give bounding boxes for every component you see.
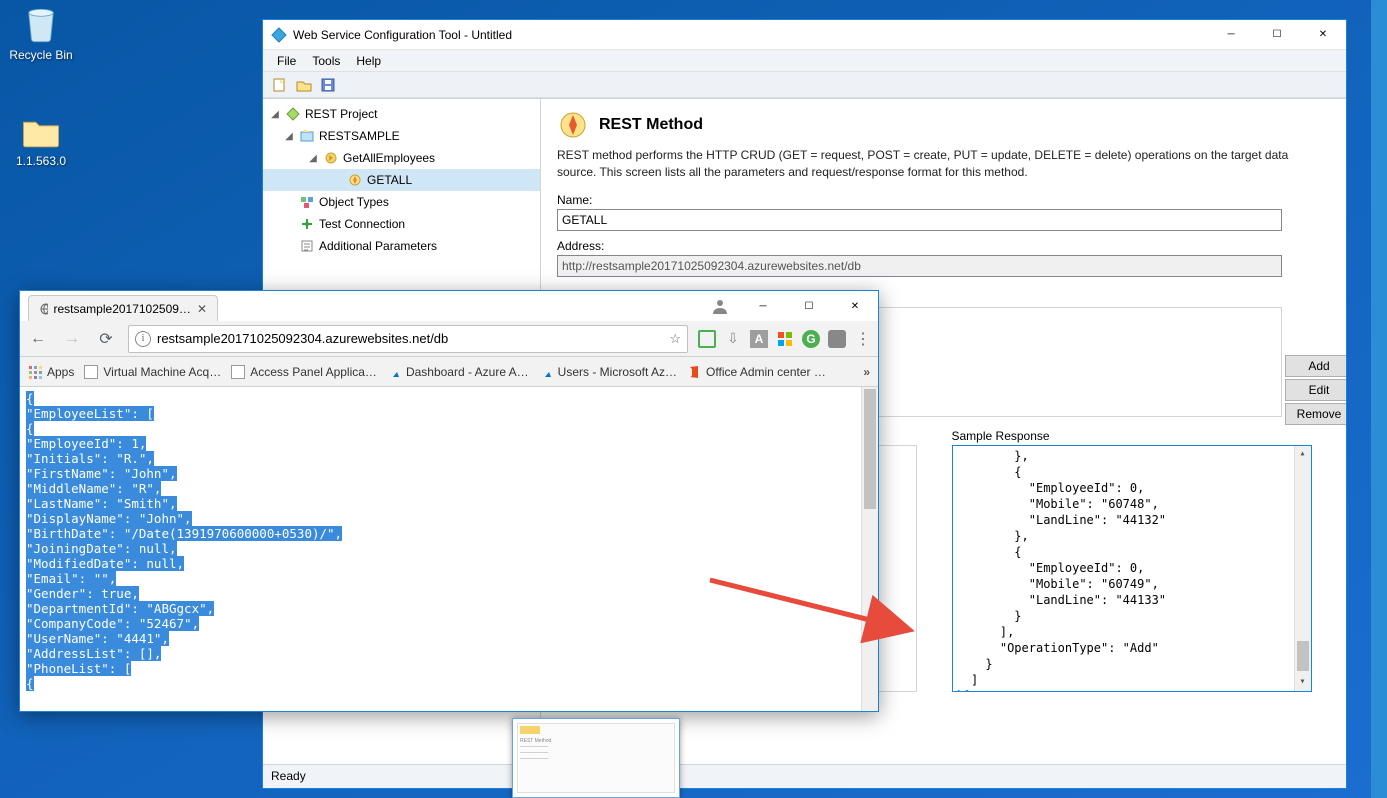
open-button[interactable] bbox=[295, 76, 313, 94]
sample-icon bbox=[299, 128, 315, 144]
tree-object-types[interactable]: Object Types bbox=[263, 191, 540, 213]
bookmarks-overflow[interactable]: » bbox=[863, 365, 870, 379]
wsc-title: Web Service Configuration Tool - Untitle… bbox=[293, 28, 1208, 42]
azure-icon bbox=[539, 365, 553, 379]
browser-close[interactable]: ✕ bbox=[832, 291, 878, 321]
response-scrollbar[interactable]: ▴▾ bbox=[1294, 446, 1311, 691]
tree-getallemployees[interactable]: ◢GetAllEmployees bbox=[263, 147, 540, 169]
rest-method-icon bbox=[557, 109, 589, 141]
project-icon bbox=[285, 106, 301, 122]
recycle-bin[interactable]: Recycle Bin bbox=[4, 4, 78, 62]
tree-root[interactable]: ◢REST Project bbox=[263, 103, 540, 125]
remove-button[interactable]: Remove bbox=[1285, 403, 1346, 425]
name-label: Name: bbox=[557, 193, 1330, 207]
browser-content[interactable]: { "EmployeeList": [ { "EmployeeId": 1, "… bbox=[20, 387, 878, 711]
recycle-bin-icon bbox=[20, 4, 62, 46]
statusbar: Ready bbox=[263, 764, 1346, 788]
menubar: File Tools Help bbox=[263, 50, 1346, 72]
tree-additional-params[interactable]: Additional Parameters bbox=[263, 235, 540, 257]
desktop-folder[interactable]: 1.1.563.0 bbox=[4, 110, 78, 168]
add-button[interactable]: Add bbox=[1285, 355, 1346, 377]
tab-title: restsample2017102509… bbox=[54, 302, 191, 316]
maximize-button[interactable]: ☐ bbox=[1254, 20, 1300, 50]
sample-response-text: }, { "EmployeeId": 0, "Mobile": "60748",… bbox=[957, 449, 1167, 692]
main-description: REST method performs the HTTP CRUD (GET … bbox=[557, 147, 1330, 181]
star-icon[interactable]: ☆ bbox=[669, 331, 681, 347]
test-icon bbox=[299, 216, 315, 232]
browser-scrollbar[interactable] bbox=[861, 387, 878, 711]
ext-icon-1[interactable] bbox=[698, 330, 716, 348]
reload-button[interactable]: ⟳ bbox=[94, 327, 118, 351]
ext-icon-6[interactable] bbox=[828, 330, 846, 348]
desktop-folder-label: 1.1.563.0 bbox=[16, 154, 66, 168]
name-input[interactable] bbox=[557, 209, 1282, 231]
bookmark-2[interactable]: Access Panel Applica… bbox=[231, 365, 377, 379]
site-info-icon[interactable]: i bbox=[135, 331, 151, 347]
tree-restsample[interactable]: ◢RESTSAMPLE bbox=[263, 125, 540, 147]
browser-tab[interactable]: restsample2017102509… ✕ bbox=[28, 295, 218, 321]
toolbar bbox=[263, 72, 1346, 98]
menu-help[interactable]: Help bbox=[348, 52, 389, 70]
menu-tools[interactable]: Tools bbox=[304, 52, 348, 70]
back-button[interactable]: ← bbox=[26, 327, 50, 351]
browser-titlebar: restsample2017102509… ✕ ─ ☐ ✕ bbox=[20, 291, 878, 321]
url-text: restsample20171025092304.azurewebsites.n… bbox=[157, 331, 663, 346]
tree-getall[interactable]: GETALL bbox=[263, 169, 540, 191]
extension-icons: ⇩ A G ⋮ bbox=[698, 330, 872, 348]
menu-icon[interactable]: ⋮ bbox=[854, 330, 872, 348]
sample-response-label: Sample Response bbox=[952, 429, 1331, 443]
ext-icon-5[interactable]: G bbox=[802, 330, 820, 348]
omnibox[interactable]: i restsample20171025092304.azurewebsites… bbox=[128, 325, 688, 353]
bookmark-1[interactable]: Virtual Machine Acq… bbox=[84, 365, 221, 379]
browser-window: restsample2017102509… ✕ ─ ☐ ✕ ← → ⟳ i re… bbox=[19, 290, 879, 712]
wsc-titlebar: Web Service Configuration Tool - Untitle… bbox=[263, 20, 1346, 50]
browser-minimize[interactable]: ─ bbox=[740, 291, 786, 321]
minimize-button[interactable]: ─ bbox=[1208, 20, 1254, 50]
thumbnail-content: REST Method──────────────────────── bbox=[517, 723, 675, 793]
tree-test-connection[interactable]: Test Connection bbox=[263, 213, 540, 235]
close-button[interactable]: ✕ bbox=[1300, 20, 1346, 50]
method-icon bbox=[347, 172, 363, 188]
bookmark-3[interactable]: Dashboard - Azure A… bbox=[387, 365, 529, 379]
forward-button: → bbox=[60, 327, 84, 351]
browser-toolbar: ← → ⟳ i restsample20171025092304.azurewe… bbox=[20, 321, 878, 357]
ext-icon-3[interactable]: A bbox=[750, 330, 768, 348]
new-button[interactable] bbox=[271, 76, 289, 94]
types-icon bbox=[299, 194, 315, 210]
bookmark-5[interactable]: Office Admin center … bbox=[687, 365, 826, 379]
edit-button[interactable]: Edit bbox=[1285, 379, 1346, 401]
main-heading: REST Method bbox=[599, 116, 703, 134]
right-edge-bar bbox=[1371, 0, 1387, 798]
tab-close-icon[interactable]: ✕ bbox=[197, 302, 207, 316]
status-text: Ready bbox=[271, 769, 306, 783]
azure-icon bbox=[387, 365, 401, 379]
sample-response-box[interactable]: }, { "EmployeeId": 0, "Mobile": "60748",… bbox=[952, 445, 1312, 692]
account-icon[interactable] bbox=[710, 296, 730, 316]
save-button[interactable] bbox=[319, 76, 337, 94]
bookmarks-bar: Apps Virtual Machine Acq… Access Panel A… bbox=[20, 357, 878, 387]
apps-bookmark[interactable]: Apps bbox=[28, 365, 74, 379]
taskbar-thumbnail[interactable]: REST Method──────────────────────── bbox=[512, 718, 680, 798]
address-input bbox=[557, 255, 1282, 277]
menu-file[interactable]: File bbox=[269, 52, 304, 70]
bookmark-4[interactable]: Users - Microsoft Az… bbox=[539, 365, 677, 379]
recycle-bin-label: Recycle Bin bbox=[9, 48, 72, 62]
browser-maximize[interactable]: ☐ bbox=[786, 291, 832, 321]
params-icon bbox=[299, 238, 315, 254]
ext-icon-2[interactable]: ⇩ bbox=[724, 330, 742, 348]
address-label: Address: bbox=[557, 239, 1330, 253]
office-icon bbox=[687, 365, 701, 379]
method-group-icon bbox=[323, 150, 339, 166]
folder-icon bbox=[20, 110, 62, 152]
ext-icon-4[interactable] bbox=[776, 330, 794, 348]
app-icon bbox=[271, 27, 287, 43]
tab-favicon bbox=[39, 302, 48, 316]
